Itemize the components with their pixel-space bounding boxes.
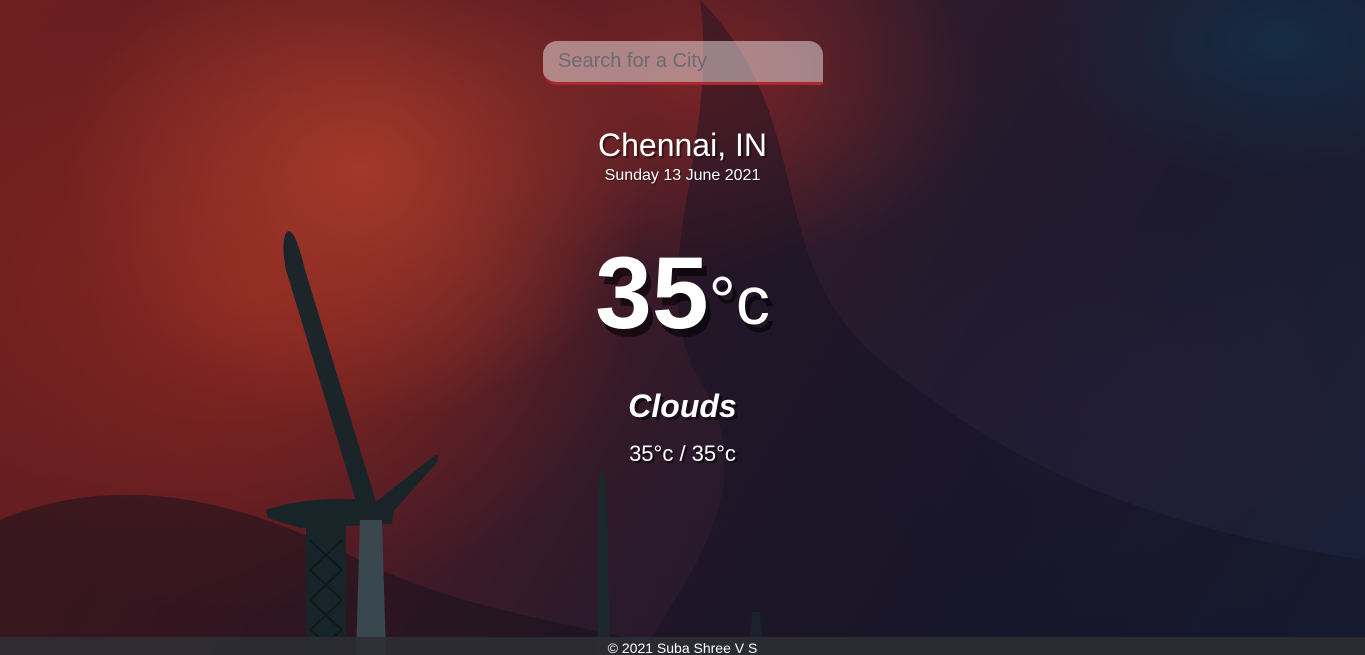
temperature-unit: °c <box>708 263 770 339</box>
footer: © 2021 Suba Shree V S <box>0 637 1365 655</box>
copyright-text: © 2021 Suba Shree V S <box>607 640 758 655</box>
weather-app: Chennai, IN Sunday 13 June 2021 35°c Clo… <box>0 0 1365 655</box>
hi-low-temperature: 35°c / 35°c <box>629 441 736 466</box>
location-block: Chennai, IN Sunday 13 June 2021 <box>0 126 1365 186</box>
temperature: 35°c <box>595 238 770 356</box>
temperature-value: 35 <box>595 236 709 350</box>
weather-description: Clouds <box>628 388 737 424</box>
city-name: Chennai, IN <box>598 127 767 163</box>
current-weather: 35°c <box>0 238 1365 356</box>
search-box <box>543 41 823 85</box>
current-date: Sunday 13 June 2021 <box>604 167 761 184</box>
search-input[interactable] <box>543 41 823 85</box>
